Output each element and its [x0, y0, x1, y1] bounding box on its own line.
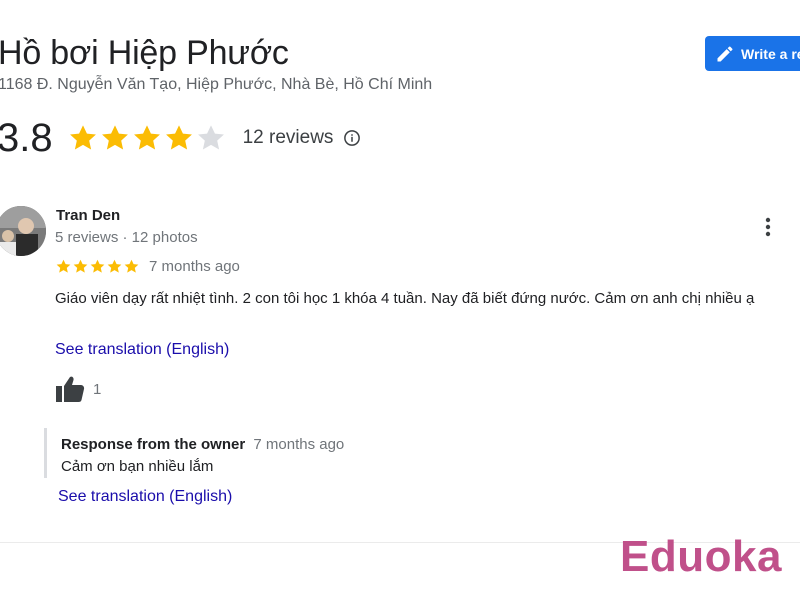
owner-response-text: Cảm ơn bạn nhiều lắm — [61, 458, 214, 475]
place-address: 1168 Đ. Nguyễn Văn Tạo, Hiệp Phước, Nhà … — [0, 76, 433, 93]
review-text: Giáo viên dạy rất nhiệt tình. 2 con tôi … — [55, 290, 755, 307]
owner-response-label: Response from the owner — [61, 436, 246, 453]
review-stars — [55, 258, 140, 275]
rating-stars — [67, 122, 227, 154]
watermark-logo: Eduoka — [620, 532, 782, 581]
pencil-icon — [715, 44, 735, 64]
rating-value: 3.8 — [0, 115, 53, 160]
owner-response-header: Response from the owner 7 months ago — [61, 436, 344, 453]
star-filled-icon — [107, 259, 122, 273]
owner-response-bar — [44, 428, 47, 478]
star-filled-icon — [124, 259, 139, 273]
reviewer-avatar[interactable] — [0, 206, 46, 256]
thumbs-up-icon[interactable] — [55, 375, 85, 403]
reviewer-meta: 5 reviews · 12 photos — [55, 229, 198, 246]
review-rating: 7 months ago — [55, 256, 240, 276]
reviewer-name[interactable]: Tran Den — [56, 207, 120, 224]
write-review-label: Write a review — [741, 45, 800, 62]
star-filled-icon — [165, 125, 192, 150]
like-count: 1 — [93, 380, 102, 398]
more-vertical-icon[interactable] — [758, 216, 778, 238]
star-filled-icon — [69, 125, 96, 150]
star-empty-icon — [197, 125, 224, 150]
star-filled-icon — [73, 259, 88, 273]
info-icon[interactable] — [343, 129, 361, 147]
star-filled-icon — [133, 125, 160, 150]
star-filled-icon — [90, 259, 105, 273]
owner-response-time: 7 months ago — [253, 436, 345, 453]
like-row: 1 — [55, 375, 101, 403]
owner-see-translation-link[interactable]: See translation (English) — [58, 488, 232, 506]
write-review-button[interactable]: Write a review — [705, 36, 800, 71]
see-translation-link[interactable]: See translation (English) — [55, 341, 229, 359]
star-filled-icon — [56, 259, 71, 273]
review-count-link[interactable]: 12 reviews — [243, 127, 334, 149]
rating-summary: 3.8 12 reviews — [0, 113, 361, 163]
star-filled-icon — [101, 125, 128, 150]
review-time: 7 months ago — [149, 257, 240, 275]
place-title: Hồ bơi Hiệp Phước — [0, 34, 289, 72]
